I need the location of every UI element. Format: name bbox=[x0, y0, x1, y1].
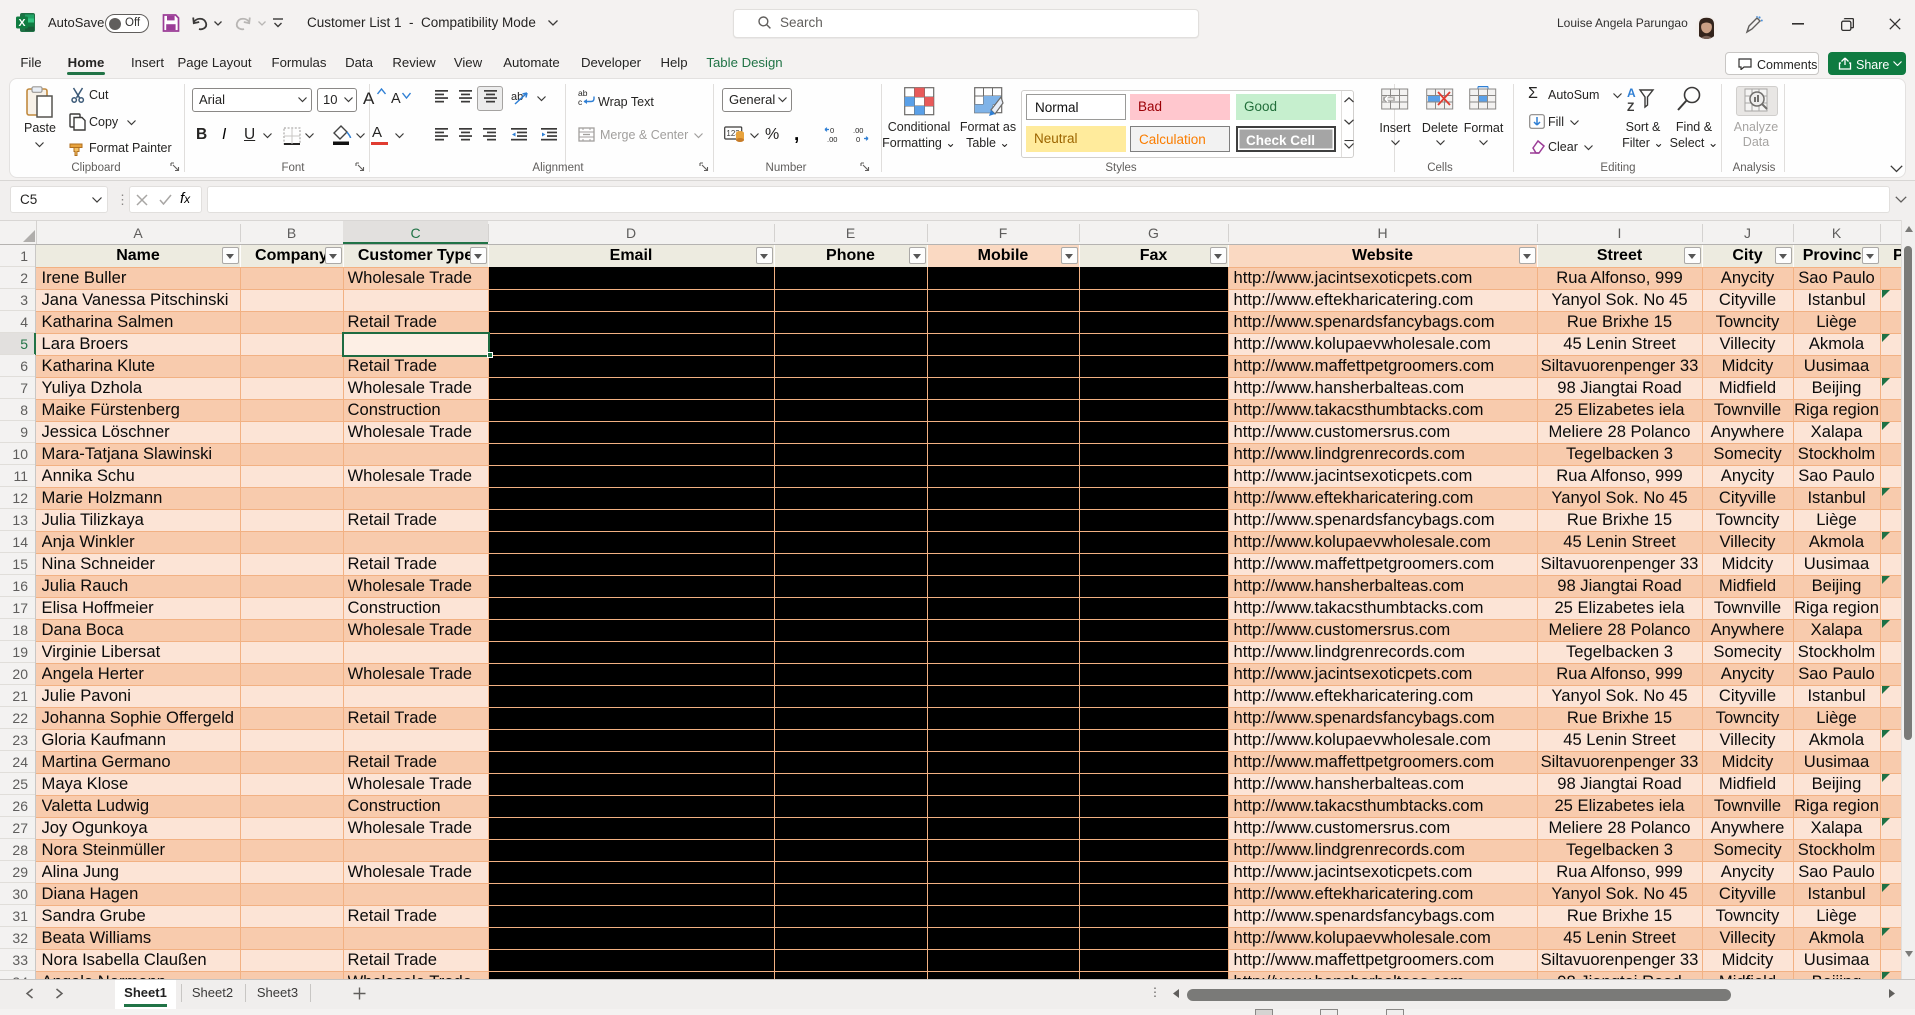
svg-text:X: X bbox=[18, 17, 25, 29]
svg-text:.00: .00 bbox=[853, 126, 863, 135]
svg-text:c: c bbox=[578, 97, 583, 106]
svg-text:.00: .00 bbox=[827, 135, 837, 143]
svg-text:A: A bbox=[1627, 86, 1636, 100]
svg-text:0: 0 bbox=[856, 135, 860, 143]
svg-text:Z: Z bbox=[1627, 100, 1634, 113]
svg-text:0: 0 bbox=[830, 126, 834, 135]
